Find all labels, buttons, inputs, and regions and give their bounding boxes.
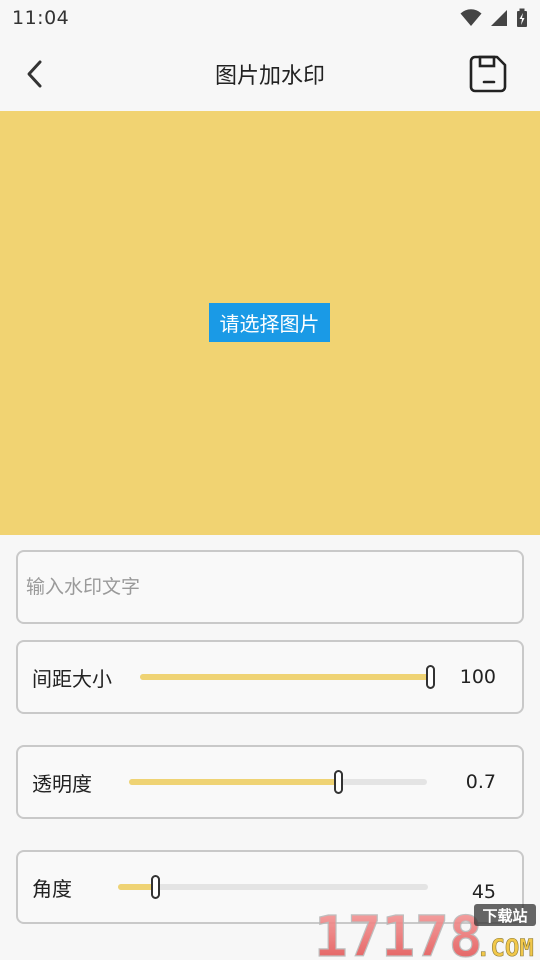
angle-slider-thumb[interactable] — [151, 875, 161, 899]
angle-slider-track — [118, 884, 428, 890]
opacity-control: 透明度 0.7 — [16, 745, 524, 819]
page-title: 图片加水印 — [214, 63, 325, 89]
spacing-label: 间距大小 — [32, 666, 112, 691]
opacity-label: 透明度 — [32, 771, 92, 796]
spacing-control: 间距大小 100 — [16, 640, 524, 714]
wifi-icon — [460, 9, 482, 26]
watermark-text-card — [16, 550, 524, 624]
status-icons — [460, 8, 528, 28]
status-bar: 11:04 — [0, 0, 540, 36]
save-button[interactable] — [468, 54, 508, 94]
opacity-value: 0.7 — [465, 771, 496, 793]
chevron-left-icon — [27, 60, 42, 88]
select-image-button[interactable]: 请选择图片 — [209, 303, 330, 342]
angle-label: 角度 — [32, 876, 72, 901]
spacing-slider-thumb[interactable] — [426, 665, 435, 689]
spacing-value: 100 — [459, 666, 496, 688]
cellular-signal-icon — [491, 10, 507, 26]
opacity-slider[interactable] — [129, 770, 427, 794]
opacity-slider-fill — [129, 779, 338, 785]
angle-slider[interactable] — [118, 875, 428, 899]
svg-text:.COM: .COM — [476, 934, 534, 960]
site-watermark-logo: 17178 下载站 .COM — [313, 904, 536, 960]
spacing-slider[interactable] — [140, 665, 435, 689]
watermark-text-input[interactable] — [24, 558, 516, 616]
svg-text:17178: 17178 — [314, 905, 483, 960]
back-button[interactable] — [18, 56, 50, 92]
app-bar: 图片加水印 — [0, 36, 540, 111]
floppy-disk-icon — [469, 55, 507, 93]
angle-slider-fill — [118, 884, 156, 890]
spacing-slider-fill — [140, 674, 430, 680]
battery-icon — [517, 8, 527, 27]
svg-text:下载站: 下载站 — [482, 907, 527, 925]
status-time: 11:04 — [12, 7, 70, 29]
opacity-slider-thumb[interactable] — [333, 770, 343, 794]
